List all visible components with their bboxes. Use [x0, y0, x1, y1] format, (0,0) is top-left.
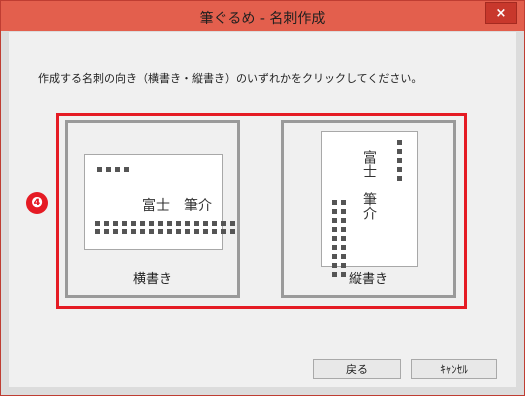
close-button[interactable]: ×: [485, 2, 517, 24]
address-dots-bottom: [95, 221, 235, 234]
vertical-layout-option[interactable]: 富士 筆介 縦書き: [281, 120, 456, 298]
step-number-badge: ❹: [26, 192, 48, 214]
sample-name: 富士 筆介: [142, 198, 212, 214]
horizontal-layout-option[interactable]: 富士 筆介 横書き: [65, 120, 240, 298]
back-button[interactable]: 戻る: [313, 359, 401, 379]
address-dots-left: [332, 200, 346, 277]
dialog-body: 作成する名刺の向き（横書き・縦書き）のいずれかをクリックしてください。 ❹ 富士…: [9, 32, 516, 387]
instruction-text: 作成する名刺の向き（横書き・縦書き）のいずれかをクリックしてください。: [38, 72, 423, 85]
horizontal-card-preview: 富士 筆介: [84, 154, 235, 250]
window-title: 筆ぐるめ - 名刺作成: [199, 11, 326, 27]
address-dots-top: [97, 167, 129, 172]
title-bar[interactable]: 筆ぐるめ - 名刺作成 ×: [1, 1, 524, 31]
sample-name-vertical: 富士 筆介: [361, 150, 377, 220]
vertical-option-label: 縦書き: [348, 272, 388, 287]
dialog-window: 筆ぐるめ - 名刺作成 × 作成する名刺の向き（横書き・縦書き）のいずれかをクリ…: [0, 0, 525, 396]
horizontal-option-label: 横書き: [132, 272, 172, 287]
cancel-button[interactable]: ｷｬﾝｾﾙ: [411, 359, 497, 379]
address-dots-right: [397, 140, 402, 181]
vertical-card-preview: 富士 筆介: [321, 131, 418, 277]
close-icon: ×: [495, 5, 507, 21]
